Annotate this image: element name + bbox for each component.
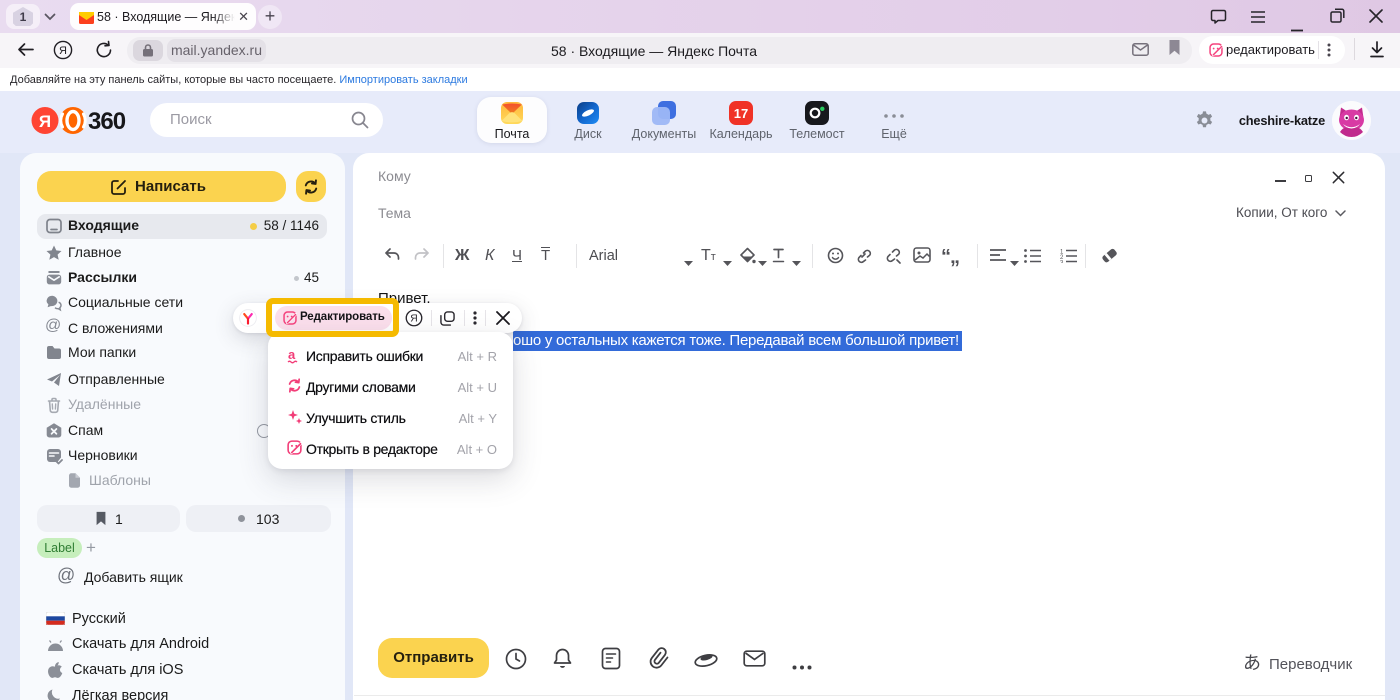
svg-text:Я: Я [39, 112, 51, 131]
svg-text:Я: Я [59, 45, 67, 57]
svg-text:а: а [288, 347, 296, 362]
svg-text:3: 3 [1060, 261, 1064, 264]
svg-text:17: 17 [734, 106, 748, 121]
svg-text:Я: Я [410, 313, 417, 324]
